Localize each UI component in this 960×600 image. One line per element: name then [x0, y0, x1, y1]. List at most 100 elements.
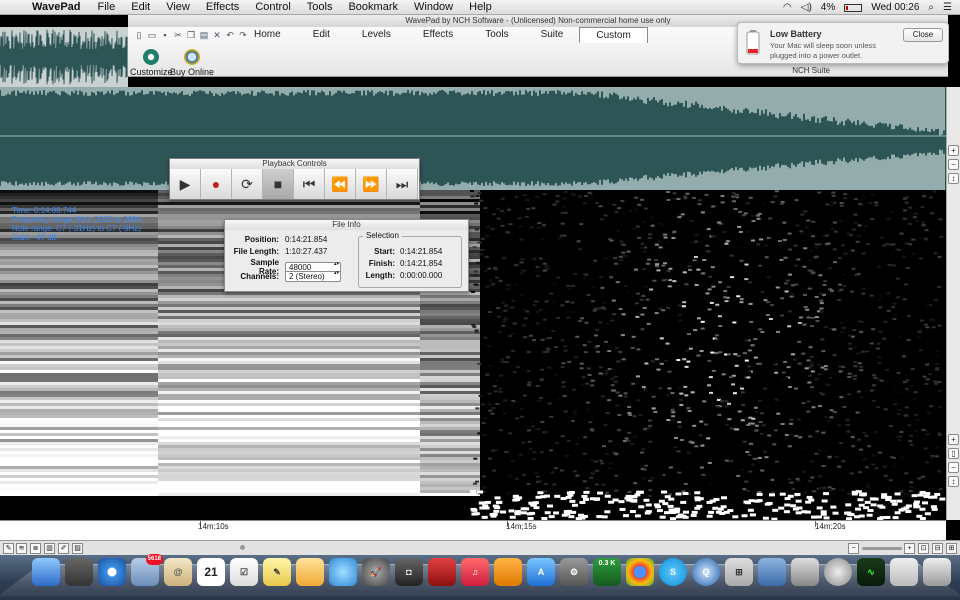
new-icon[interactable]: ▯ — [134, 30, 144, 40]
tab-edit[interactable]: Edit — [297, 27, 346, 43]
customize-button[interactable]: Customize — [130, 49, 173, 77]
safari-icon[interactable] — [98, 558, 126, 586]
clock[interactable]: Wed 00:26 — [871, 2, 919, 13]
save-icon[interactable]: ▪ — [160, 30, 170, 40]
multi-wave-icon[interactable]: ≣ — [30, 543, 41, 554]
waveform-view-icon[interactable]: ≋ — [16, 543, 27, 554]
spectrogram-zoom-out-icon[interactable]: − — [948, 462, 959, 473]
notification-body: Your Mac will sleep soon unless plugged … — [770, 41, 877, 60]
fast-forward-button[interactable]: ⏩ — [356, 169, 387, 199]
spectrum-icon[interactable]: ▥ — [44, 543, 55, 554]
menu-app-name[interactable]: WavePad — [28, 1, 90, 13]
ibooks-icon[interactable] — [494, 558, 522, 586]
chrome-icon[interactable] — [626, 558, 654, 586]
tab-custom[interactable]: Custom — [579, 27, 648, 43]
spectrogram-view[interactable] — [0, 190, 946, 520]
facetime-icon[interactable]: ◘ — [395, 558, 423, 586]
itunes-icon[interactable]: ♫ — [461, 558, 489, 586]
disk-utility-icon[interactable] — [824, 558, 852, 586]
messages-icon[interactable] — [329, 558, 357, 586]
menu-tools[interactable]: Tools — [299, 1, 341, 13]
battery-percent[interactable]: 4% — [821, 2, 835, 13]
spotlight-icon[interactable]: ⌕ — [928, 2, 934, 13]
dashboard-icon[interactable] — [65, 558, 93, 586]
battery-icon[interactable] — [844, 3, 863, 12]
reminders-icon[interactable]: ☑ — [230, 558, 258, 586]
zoom-selection-icon[interactable]: ⊡ — [918, 543, 929, 554]
menu-effects[interactable]: Effects — [198, 1, 247, 13]
finder-icon[interactable] — [32, 558, 60, 586]
tab-suite[interactable]: Suite — [525, 27, 580, 43]
zoom-in-icon[interactable]: + — [948, 145, 959, 156]
waveform-overview[interactable] — [0, 27, 128, 87]
calculator-icon[interactable]: ⊞ — [725, 558, 753, 586]
waveform-view[interactable] — [0, 87, 946, 190]
volume-icon[interactable]: ◁) — [801, 2, 812, 13]
launchpad-icon[interactable]: 🚀 — [362, 558, 390, 586]
preview-icon[interactable] — [758, 558, 786, 586]
notes-icon[interactable]: ✎ — [263, 558, 291, 586]
tab-tools[interactable]: Tools — [469, 27, 524, 43]
notification-center-icon[interactable]: ☰ — [943, 2, 952, 13]
photos-icon[interactable] — [296, 558, 324, 586]
menu-view[interactable]: View — [158, 1, 198, 13]
time-ruler[interactable]: 14m;10s 14m;15s 14m;20s — [0, 520, 946, 540]
skype-icon[interactable]: S — [659, 558, 687, 586]
menu-help[interactable]: Help — [461, 1, 500, 13]
contacts-icon[interactable]: @ — [164, 558, 192, 586]
system-preferences-icon[interactable]: ⚙ — [560, 558, 588, 586]
menu-file[interactable]: File — [90, 1, 124, 13]
zoom-fit-icon[interactable]: ↕ — [948, 173, 959, 184]
delete-icon[interactable]: ✕ — [212, 30, 222, 40]
spectrogram-zoom-fit-icon[interactable]: ↕ — [948, 476, 959, 487]
memory-monitor-icon[interactable]: 0.3 K — [593, 558, 621, 586]
photo-booth-icon[interactable] — [428, 558, 456, 586]
loop-button[interactable]: ⟳ — [232, 169, 263, 199]
record-button[interactable]: ● — [201, 169, 232, 199]
menu-window[interactable]: Window — [406, 1, 461, 13]
zoom-slider[interactable] — [862, 547, 902, 550]
zoom-all-icon[interactable]: ⊟ — [932, 543, 943, 554]
spectrogram-zoom-in-icon[interactable]: + — [948, 434, 959, 445]
play-button[interactable]: ▶ — [170, 169, 201, 199]
scroll-position-dot[interactable] — [240, 545, 245, 550]
brush-tool-icon[interactable]: ✐ — [58, 543, 69, 554]
tab-levels[interactable]: Levels — [346, 27, 407, 43]
notification-close-button[interactable]: Close — [903, 28, 943, 42]
spectrogram-zoom-scroll-icon[interactable]: ▯ — [948, 448, 959, 459]
trash-icon[interactable] — [923, 558, 951, 586]
cut-icon[interactable]: ✂ — [173, 30, 183, 40]
tab-home[interactable]: Home — [238, 27, 297, 43]
zoom-out-icon[interactable]: − — [948, 159, 959, 170]
channels-select[interactable]: 2 (Stereo) — [285, 271, 341, 282]
wavepad-dock-icon[interactable]: ∿ — [857, 558, 885, 586]
stop-button[interactable]: ■ — [263, 169, 294, 199]
zoom-in-horizontal-icon[interactable]: + — [904, 543, 915, 554]
rewind-button[interactable]: ⏪ — [325, 169, 356, 199]
calendar-icon[interactable]: 21 — [197, 558, 225, 586]
paste-icon[interactable]: ▤ — [199, 30, 209, 40]
open-icon[interactable]: ▭ — [147, 30, 157, 40]
file-info-title[interactable]: File Info — [225, 220, 468, 230]
undo-icon[interactable]: ↶ — [225, 30, 235, 40]
go-to-end-button[interactable]: ⏭ — [387, 169, 418, 199]
documents-folder-icon[interactable] — [890, 558, 918, 586]
wifi-icon[interactable]: ◠ — [783, 2, 792, 13]
menu-control[interactable]: Control — [247, 1, 298, 13]
mail-icon[interactable]: 5618 — [131, 554, 163, 586]
script-editor-icon[interactable] — [791, 558, 819, 586]
menu-bookmark[interactable]: Bookmark — [340, 1, 406, 13]
tab-effects[interactable]: Effects — [407, 27, 469, 43]
pencil-tool-icon[interactable]: ✎ — [3, 543, 14, 554]
zoom-out-horizontal-icon[interactable]: − — [848, 543, 859, 554]
zoom-fit-horizontal-icon[interactable]: ⊞ — [946, 543, 957, 554]
selection-start-label: Start: — [374, 247, 395, 256]
go-to-start-button[interactable]: ⏮ — [294, 169, 325, 199]
menu-edit[interactable]: Edit — [123, 1, 158, 13]
eraser-tool-icon[interactable]: ▨ — [72, 543, 83, 554]
buy-online-button[interactable]: Buy Online — [170, 49, 214, 77]
playback-controls-title[interactable]: Playback Controls — [170, 159, 419, 169]
app-store-icon[interactable]: A — [527, 558, 555, 586]
copy-icon[interactable]: ❐ — [186, 30, 196, 40]
quicktime-icon[interactable]: Q — [692, 558, 720, 586]
